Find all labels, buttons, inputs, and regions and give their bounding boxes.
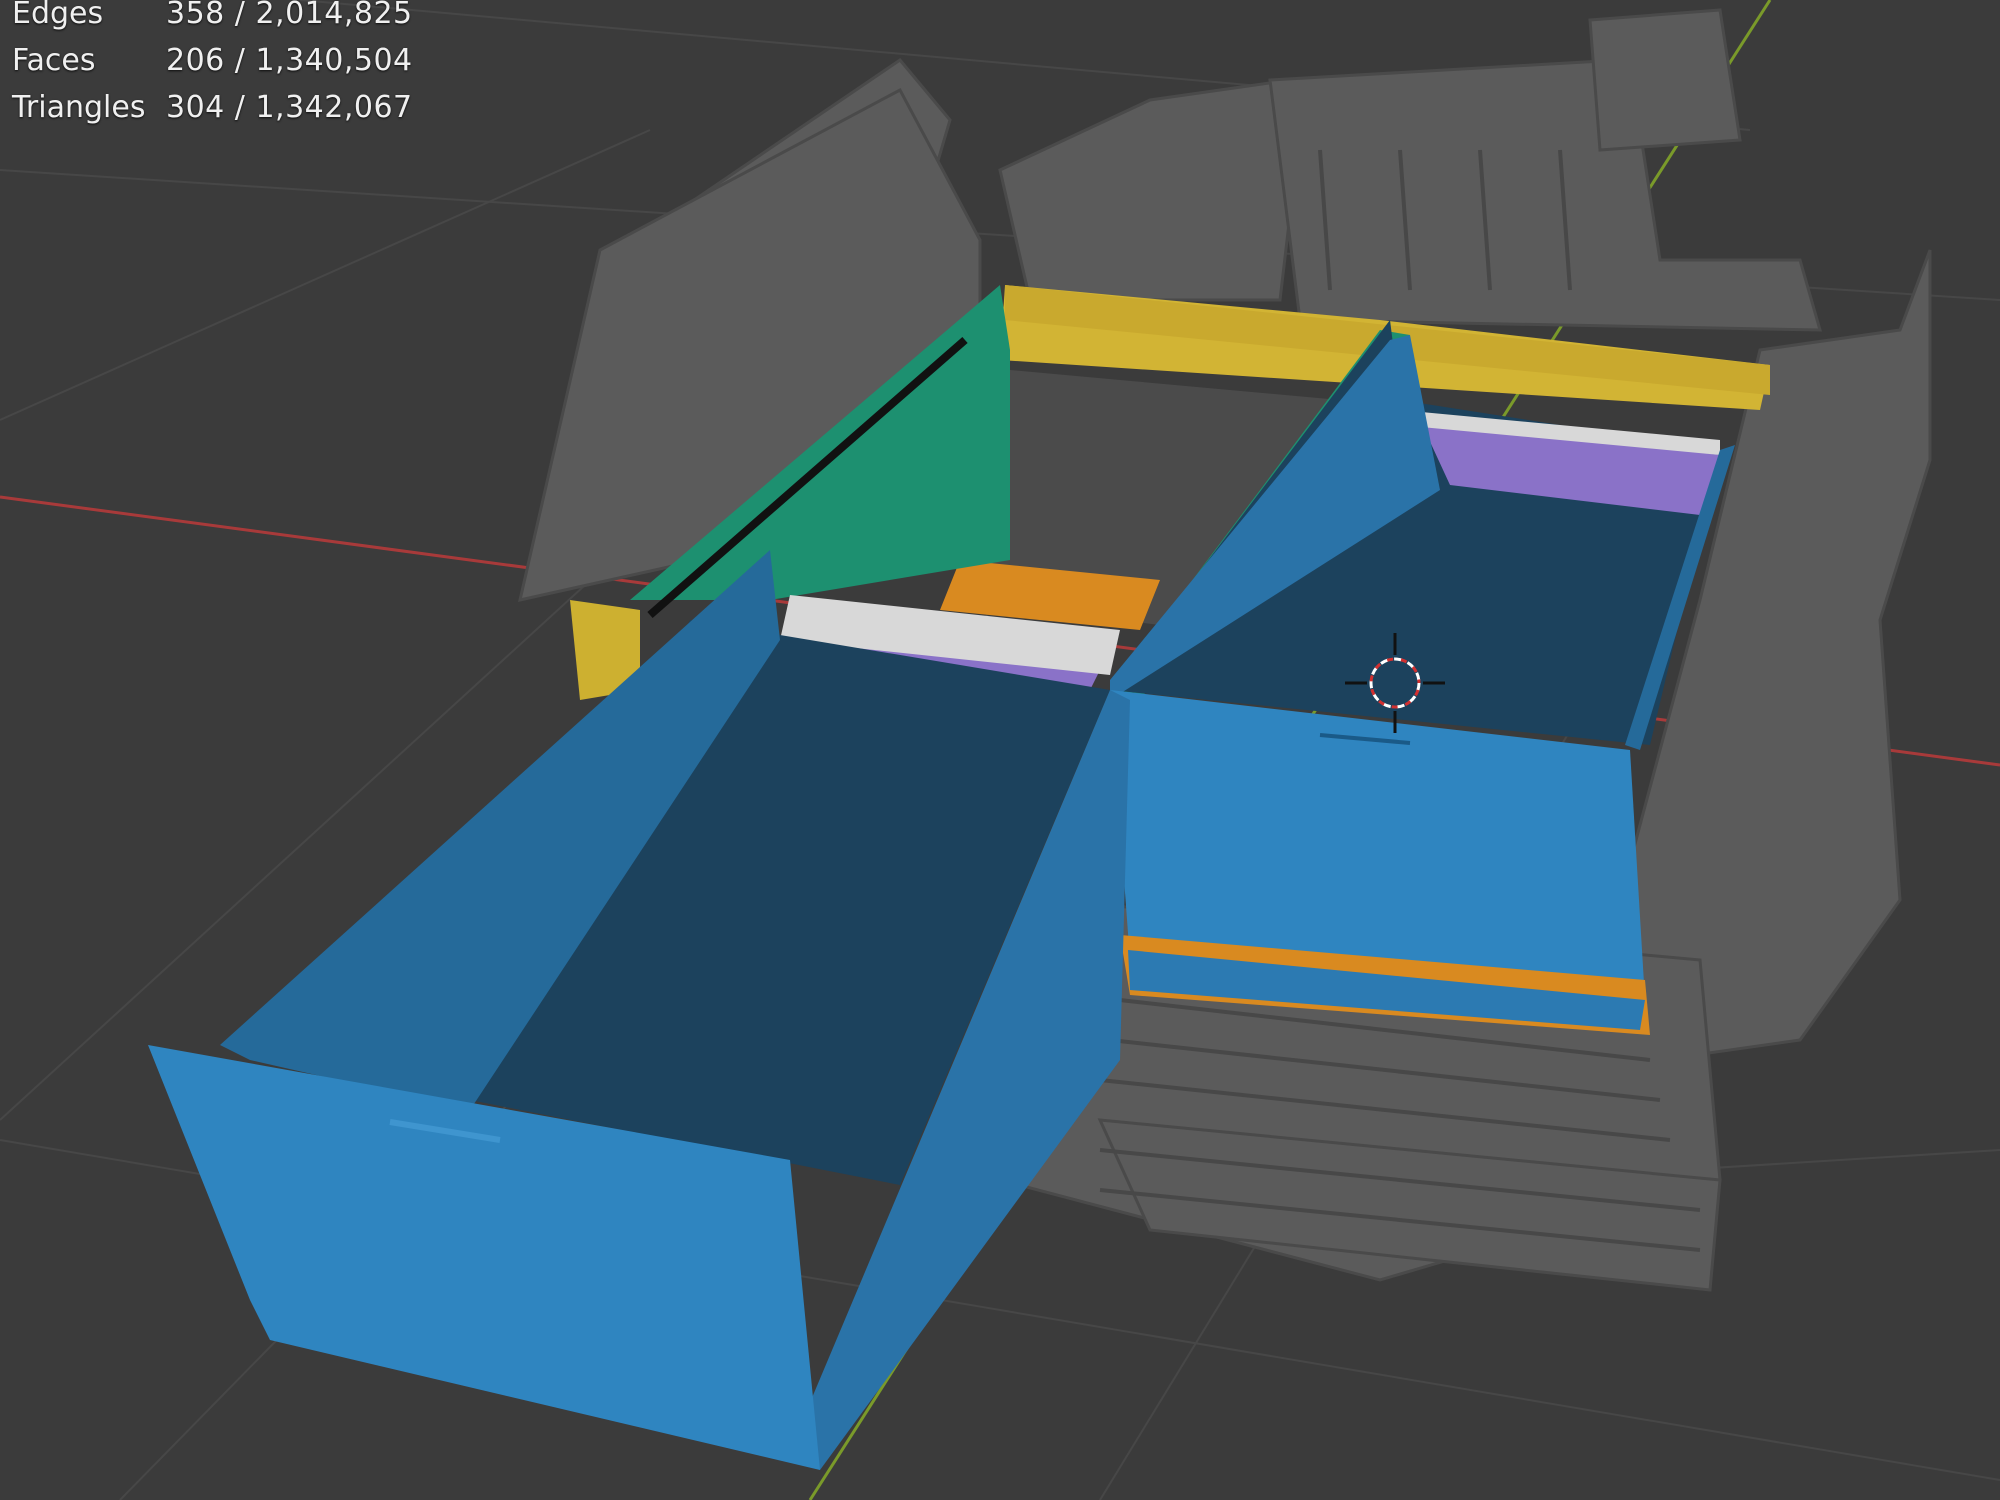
viewport-scene[interactable] [0, 0, 2000, 1500]
3d-viewport[interactable]: Edges 358 / 2,014,825 Faces 206 / 1,340,… [0, 0, 2000, 1500]
stat-value: 206 / 1,340,504 [166, 43, 413, 78]
statistics-overlay: Edges 358 / 2,014,825 Faces 206 / 1,340,… [12, 0, 413, 131]
stat-row-faces: Faces 206 / 1,340,504 [12, 37, 413, 84]
stat-value: 358 / 2,014,825 [166, 0, 413, 31]
stat-value: 304 / 1,342,067 [166, 90, 413, 125]
stat-row-triangles: Triangles 304 / 1,342,067 [12, 84, 413, 131]
stat-label: Edges [12, 0, 104, 31]
stat-label: Faces [12, 43, 96, 78]
stat-row-edges: Edges 358 / 2,014,825 [12, 0, 413, 37]
stat-label: Triangles [12, 90, 146, 125]
